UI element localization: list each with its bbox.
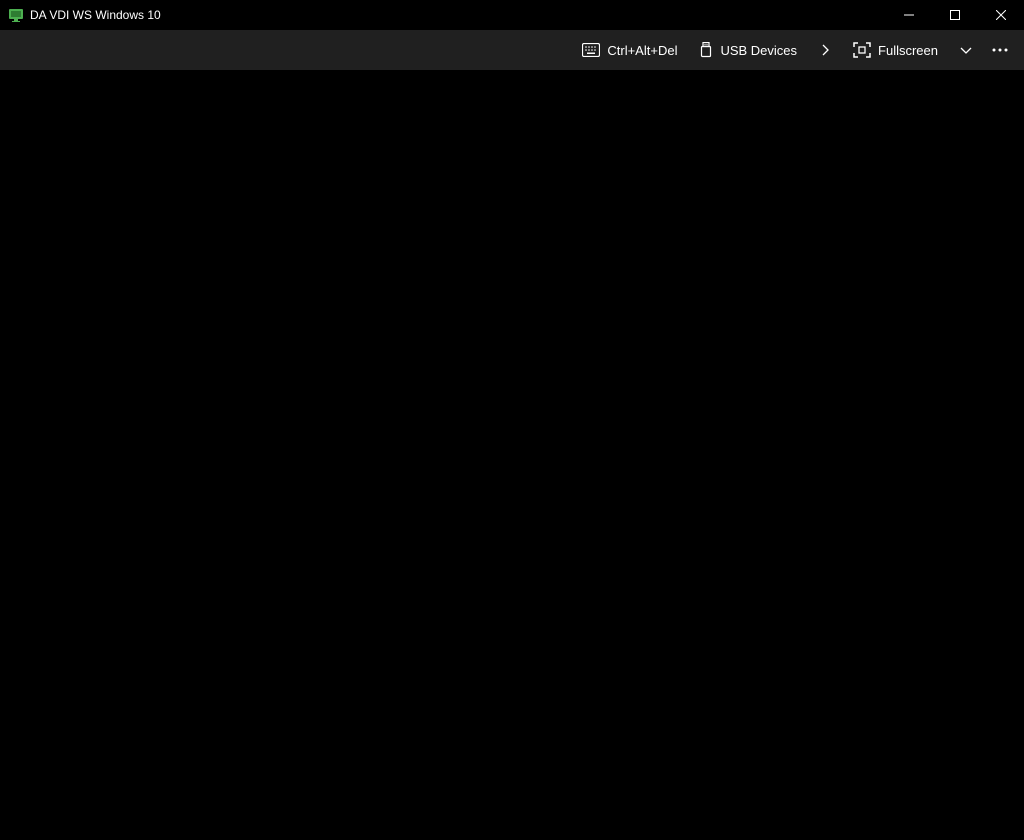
maximize-button[interactable]: [932, 0, 978, 30]
window-controls: [886, 0, 1024, 30]
keyboard-icon: [582, 43, 600, 57]
usb-icon: [699, 42, 713, 58]
titlebar: DA VDI WS Windows 10: [0, 0, 1024, 30]
titlebar-left: DA VDI WS Windows 10: [8, 7, 161, 23]
minimize-button[interactable]: [886, 0, 932, 30]
fullscreen-icon: [853, 42, 871, 58]
more-options-button[interactable]: [984, 34, 1016, 66]
ctrl-alt-del-label: Ctrl+Alt+Del: [607, 43, 677, 58]
usb-devices-expand-button[interactable]: [809, 34, 841, 66]
app-icon: [8, 7, 24, 23]
fullscreen-dropdown-button[interactable]: [950, 34, 982, 66]
more-horizontal-icon: [992, 48, 1008, 52]
chevron-right-icon: [821, 44, 829, 56]
window-title: DA VDI WS Windows 10: [30, 8, 161, 22]
fullscreen-button[interactable]: Fullscreen: [843, 36, 948, 64]
chevron-down-icon: [960, 46, 972, 54]
usb-devices-button[interactable]: USB Devices: [689, 36, 807, 64]
usb-devices-label: USB Devices: [720, 43, 797, 58]
remote-desktop-viewport[interactable]: [0, 70, 1024, 840]
toolbar: Ctrl+Alt+Del USB Devices: [0, 30, 1024, 70]
close-button[interactable]: [978, 0, 1024, 30]
ctrl-alt-del-button[interactable]: Ctrl+Alt+Del: [572, 37, 687, 64]
fullscreen-label: Fullscreen: [878, 43, 938, 58]
